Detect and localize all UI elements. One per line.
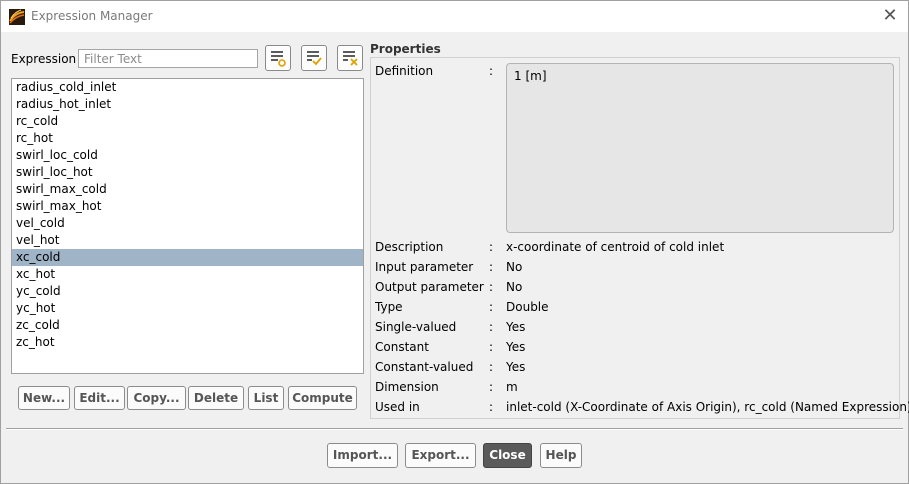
property-colon: : [489, 320, 494, 334]
property-label: Constant-valued [375, 360, 474, 374]
close-window-icon[interactable]: ✕ [878, 5, 902, 27]
property-colon: : [489, 260, 494, 274]
expression-label: Expression [11, 52, 77, 66]
property-colon: : [489, 380, 494, 394]
property-label: Single-valued [375, 320, 457, 334]
definition-colon: : [489, 64, 494, 78]
property-value: No [506, 280, 523, 294]
properties-title: Properties [370, 42, 441, 56]
property-label: Description [375, 240, 444, 254]
expression-list-item[interactable]: vel_cold [12, 215, 363, 232]
expression-manager-window: Expression Manager ✕ Expression radius_c… [0, 0, 909, 484]
close-button[interactable]: Close [483, 443, 532, 468]
expression-list-item[interactable]: swirl_max_hot [12, 198, 363, 215]
property-colon: : [489, 360, 494, 374]
expression-list-item[interactable]: xc_cold [12, 249, 363, 266]
expression-list-item[interactable]: rc_cold [12, 113, 363, 130]
copy-button[interactable]: Copy... [127, 386, 186, 410]
new-button[interactable]: New... [18, 386, 70, 410]
property-value: x-coordinate of centroid of cold inlet [506, 240, 725, 254]
filter-check-icon [307, 51, 322, 66]
definition-value: 1 [m] [514, 69, 547, 83]
filter-options-icon [271, 51, 286, 67]
expression-list-item[interactable]: yc_cold [12, 283, 363, 300]
property-label: Used in [375, 400, 420, 414]
footer-separator [6, 428, 903, 430]
filter-clear-icon [343, 51, 358, 66]
property-value: No [506, 260, 523, 274]
property-value: inlet-cold (X-Coordinate of Axis Origin)… [506, 400, 909, 414]
property-label: Constant [375, 340, 429, 354]
expression-list-item[interactable]: swirl_loc_cold [12, 147, 363, 164]
fluent-app-icon [9, 9, 25, 25]
property-value: Double [506, 300, 549, 314]
property-colon: : [489, 400, 494, 414]
property-colon: : [489, 240, 494, 254]
list-button[interactable]: List [248, 386, 284, 410]
import-button[interactable]: Import... [327, 443, 398, 468]
expression-list-item[interactable]: swirl_loc_hot [12, 164, 363, 181]
definition-field[interactable]: 1 [m] [506, 63, 894, 233]
window-title: Expression Manager [31, 9, 153, 23]
property-value: Yes [506, 320, 526, 334]
expression-list-item[interactable]: zc_hot [12, 334, 363, 351]
definition-label: Definition [375, 64, 434, 78]
property-colon: : [489, 300, 494, 314]
filter-input[interactable] [78, 49, 258, 68]
expression-list-item[interactable]: vel_hot [12, 232, 363, 249]
expression-list-item[interactable]: radius_hot_inlet [12, 96, 363, 113]
property-value: m [506, 380, 518, 394]
compute-button[interactable]: Compute [288, 386, 357, 410]
help-button[interactable]: Help [540, 443, 582, 468]
property-label: Type [375, 300, 403, 314]
expression-list-item[interactable]: swirl_max_cold [12, 181, 363, 198]
property-value: Yes [506, 340, 526, 354]
delete-button[interactable]: Delete [188, 386, 244, 410]
export-button[interactable]: Export... [405, 443, 476, 468]
property-colon: : [489, 340, 494, 354]
property-label: Output parameter [375, 280, 484, 294]
filter-clear-button[interactable] [337, 45, 363, 71]
expression-list-item[interactable]: zc_cold [12, 317, 363, 334]
property-label: Dimension [375, 380, 439, 394]
filter-options-button[interactable] [265, 45, 291, 71]
expression-list-item[interactable]: xc_hot [12, 266, 363, 283]
edit-button[interactable]: Edit... [74, 386, 125, 410]
property-value: Yes [506, 360, 526, 374]
expression-list-item[interactable]: radius_cold_inlet [12, 79, 363, 96]
filter-apply-button[interactable] [301, 45, 327, 71]
property-colon: : [489, 280, 494, 294]
expression-list-item[interactable]: yc_hot [12, 300, 363, 317]
title-bar: Expression Manager ✕ [1, 1, 908, 32]
property-label: Input parameter [375, 260, 474, 274]
expression-list[interactable]: radius_cold_inlet radius_hot_inlet rc_cold… [11, 78, 364, 374]
expression-list-item[interactable]: rc_hot [12, 130, 363, 147]
